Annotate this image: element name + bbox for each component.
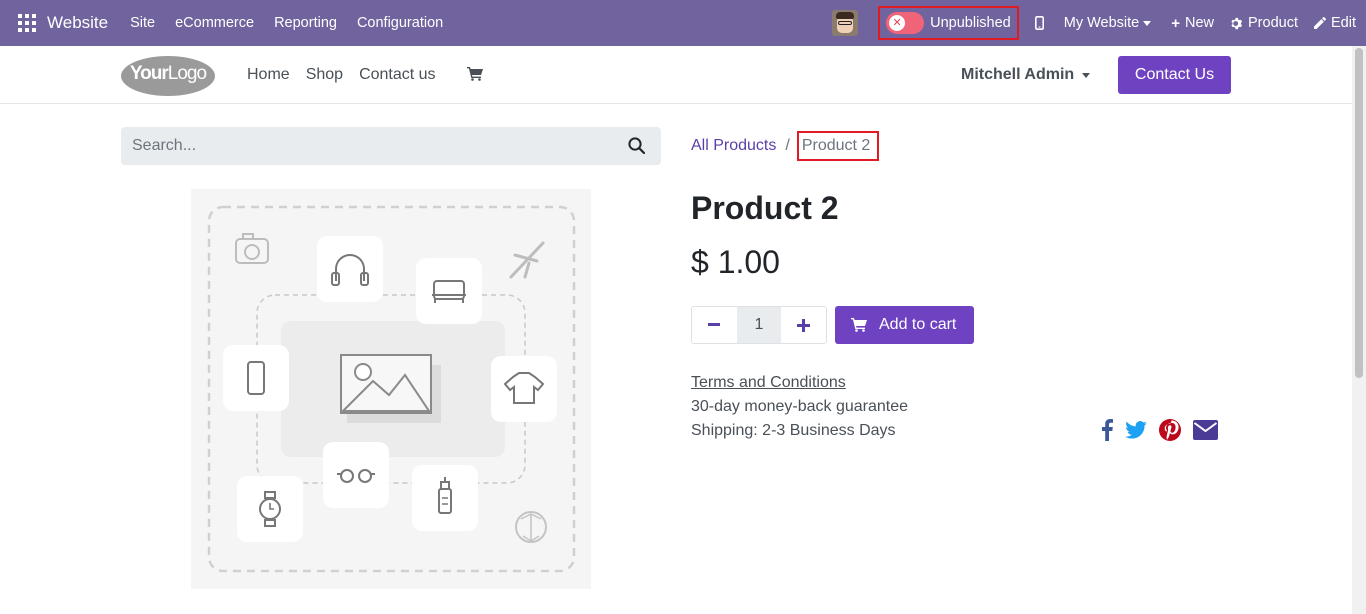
email-icon[interactable] — [1193, 420, 1218, 440]
breadcrumb-separator: / — [785, 137, 790, 154]
mobile-icon — [1034, 16, 1044, 30]
website-switcher[interactable]: My Website — [1052, 15, 1159, 31]
shirt-tile — [491, 356, 557, 422]
plus-icon: + — [1171, 14, 1180, 32]
publish-toggle[interactable]: ✕ Unpublished — [878, 6, 1019, 40]
edit-button[interactable]: Edit — [1306, 15, 1366, 31]
breadcrumb-current: Product 2 — [796, 131, 880, 161]
website-header: YourLogo Home Shop Contact us Mitchell A… — [0, 46, 1352, 104]
publish-status-label: Unpublished — [930, 15, 1011, 31]
phone-tile — [223, 345, 289, 411]
breadcrumb: All Products / Product 2 — [691, 131, 880, 161]
cart-icon — [851, 318, 867, 332]
site-nav: Home Shop Contact us — [247, 46, 452, 104]
quantity-input[interactable]: 1 — [736, 307, 782, 343]
admin-menu: Site eCommerce Reporting Configuration — [120, 15, 453, 31]
menu-item-ecommerce[interactable]: eCommerce — [165, 15, 264, 31]
toggle-switch[interactable]: ✕ — [886, 12, 925, 34]
bed-tile — [416, 258, 482, 324]
search-input[interactable] — [132, 137, 612, 155]
twitter-icon[interactable] — [1125, 421, 1147, 439]
minus-icon — [708, 323, 721, 326]
add-to-cart-button[interactable]: Add to cart — [835, 306, 974, 344]
menu-item-reporting[interactable]: Reporting — [264, 15, 347, 31]
quantity-stepper: 1 — [691, 306, 827, 344]
breadcrumb-all-products[interactable]: All Products — [691, 137, 776, 155]
terms-link[interactable]: Terms and Conditions — [691, 374, 846, 392]
bottle-tile — [412, 465, 478, 531]
nav-contact[interactable]: Contact us — [359, 66, 435, 84]
edit-label: Edit — [1331, 15, 1356, 31]
menu-item-configuration[interactable]: Configuration — [347, 15, 453, 31]
page-scrollbar[interactable] — [1352, 46, 1366, 614]
user-name: Mitchell Admin — [961, 66, 1075, 83]
shipping-text: Shipping: 2-3 Business Days — [691, 422, 896, 439]
contact-us-button[interactable]: Contact Us — [1118, 56, 1231, 94]
menu-item-site[interactable]: Site — [120, 15, 165, 31]
nav-shop[interactable]: Shop — [306, 66, 343, 84]
mobile-preview-button[interactable] — [1027, 16, 1052, 30]
nav-home[interactable]: Home — [247, 66, 290, 84]
pinterest-icon[interactable] — [1159, 419, 1181, 441]
pencil-icon — [1314, 17, 1326, 29]
product-search — [121, 127, 661, 165]
new-label: New — [1185, 15, 1215, 31]
product-settings-button[interactable]: Product — [1222, 15, 1306, 31]
plus-icon — [797, 318, 811, 332]
app-name[interactable]: Website — [47, 13, 108, 33]
glasses-tile — [323, 442, 389, 508]
headphones-tile — [317, 236, 383, 302]
share-links — [1101, 419, 1230, 441]
apps-menu-icon[interactable] — [18, 14, 36, 32]
facebook-icon[interactable] — [1101, 419, 1113, 441]
scrollbar-thumb[interactable] — [1355, 48, 1363, 378]
guarantee-text: 30-day money-back guarantee — [691, 398, 909, 415]
cart-icon[interactable] — [467, 67, 483, 81]
product-placeholder-illustration — [207, 205, 576, 573]
add-to-cart-label: Add to cart — [879, 316, 957, 333]
admin-top-bar: Website Site eCommerce Reporting Configu… — [0, 0, 1366, 46]
chevron-down-icon — [1143, 20, 1152, 26]
product-title: Product 2 — [691, 190, 839, 226]
logo-text-light: Logo — [167, 63, 207, 84]
admin-bar-right: ✕ Unpublished My Website + New Product E… — [832, 0, 1366, 46]
product-image[interactable] — [191, 189, 591, 589]
product-label: Product — [1248, 15, 1298, 31]
new-button[interactable]: + New — [1159, 15, 1222, 32]
decrease-quantity-button[interactable] — [692, 307, 737, 343]
logo-text-bold: Your — [129, 63, 169, 84]
gear-icon — [1231, 17, 1243, 29]
increase-quantity-button[interactable] — [781, 307, 826, 343]
close-icon: ✕ — [889, 15, 906, 31]
site-logo[interactable]: YourLogo — [121, 56, 215, 96]
watch-tile — [237, 476, 303, 542]
product-price: $ 1.00 — [691, 244, 780, 280]
user-avatar[interactable] — [832, 10, 859, 36]
website-switcher-label: My Website — [1063, 15, 1140, 31]
user-account-menu[interactable]: Mitchell Admin — [961, 46, 1091, 104]
search-icon[interactable] — [628, 137, 645, 154]
chevron-down-icon — [1082, 72, 1091, 78]
